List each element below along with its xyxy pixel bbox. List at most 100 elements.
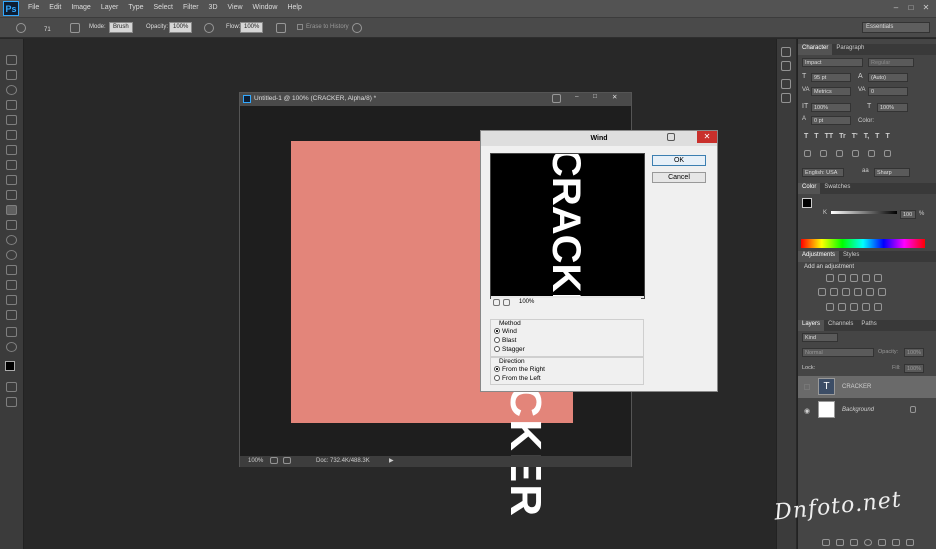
font-family-select[interactable]: Impact (802, 58, 863, 67)
radio-from-left[interactable] (494, 375, 500, 382)
color-spectrum-ramp[interactable] (801, 239, 925, 248)
vertical-scale-field[interactable]: 100% (811, 103, 851, 112)
method-blast[interactable]: Blast (494, 337, 516, 344)
brush-panel-icon[interactable] (70, 23, 80, 33)
zoom-out-icon[interactable] (493, 299, 500, 306)
faux-italic-button[interactable]: T (814, 133, 818, 140)
marquee-tool-icon[interactable] (6, 70, 17, 80)
blend-mode-select[interactable]: Normal (802, 348, 874, 357)
direction-left[interactable]: From the Left (494, 375, 541, 382)
history-brush-tool-icon[interactable] (6, 190, 17, 200)
layer-opacity-field[interactable]: 100% (904, 348, 924, 357)
type-tool-icon[interactable] (6, 280, 17, 290)
filter-preview[interactable]: CRACKER (490, 153, 645, 299)
workspace-select[interactable]: Essentials (862, 22, 930, 33)
history-panel-icon[interactable] (781, 47, 791, 57)
fi-ligature-icon[interactable] (804, 150, 811, 157)
small-caps-button[interactable]: Tr (839, 133, 846, 140)
pressure-size-icon[interactable] (352, 23, 362, 33)
alternates-icon[interactable] (852, 150, 859, 157)
tab-paths[interactable]: Paths (857, 320, 880, 331)
eye-icon[interactable]: ◉ (804, 407, 810, 415)
airbrush-icon[interactable] (276, 23, 286, 33)
pressure-opacity-icon[interactable] (204, 23, 214, 33)
eraser-tool-icon-active[interactable] (6, 205, 17, 215)
menu-select[interactable]: Select (154, 4, 173, 11)
tab-styles[interactable]: Styles (839, 251, 863, 262)
zoom-tool-icon[interactable] (6, 342, 17, 352)
photo-filter-icon[interactable] (854, 288, 862, 296)
healing-tool-icon[interactable] (6, 145, 17, 155)
gradient-tool-icon[interactable] (6, 220, 17, 230)
quick-select-tool-icon[interactable] (6, 100, 17, 110)
method-stagger[interactable]: Stagger (494, 346, 525, 353)
pen-tool-icon[interactable] (6, 265, 17, 275)
language-select[interactable]: English: USA (802, 168, 844, 177)
opacity-field[interactable]: 100% (169, 22, 193, 33)
horizontal-scale-field[interactable]: 100% (877, 103, 908, 112)
blur-tool-icon[interactable] (6, 235, 17, 245)
levels-icon[interactable] (838, 274, 846, 282)
fx-icon[interactable] (836, 539, 844, 546)
underline-button[interactable]: T (875, 133, 879, 140)
tab-character[interactable]: Character (798, 44, 833, 55)
antialias-select[interactable]: Sharp (874, 168, 910, 177)
add-mask-icon[interactable] (850, 539, 858, 546)
posterize-icon[interactable] (838, 303, 846, 311)
radio-from-right[interactable] (494, 366, 500, 373)
character-panel-icon[interactable] (781, 79, 791, 89)
direction-right[interactable]: From the Right (494, 366, 545, 373)
brush-tool-icon[interactable] (6, 160, 17, 170)
new-group-icon[interactable] (878, 539, 886, 546)
dodge-tool-icon[interactable] (6, 250, 17, 260)
layer-filter-select[interactable]: Kind (802, 333, 838, 342)
tab-swatches[interactable]: Swatches (820, 183, 854, 194)
tracking-field[interactable]: 0 (868, 87, 908, 96)
actions-panel-icon[interactable] (781, 61, 791, 71)
menu-file[interactable]: File (28, 4, 39, 11)
tab-paragraph[interactable]: Paragraph (832, 44, 868, 55)
tab-layers[interactable]: Layers (798, 320, 825, 331)
foreground-color-swatch[interactable] (5, 361, 15, 371)
strikethrough-button[interactable]: T (885, 133, 889, 140)
tab-channels[interactable]: Channels (824, 320, 857, 331)
path-select-tool-icon[interactable] (6, 295, 17, 305)
superscript-button[interactable]: T' (852, 133, 858, 140)
kerning-field[interactable]: Metrics (811, 87, 851, 96)
selective-color-icon[interactable] (862, 303, 870, 311)
menu-type[interactable]: Type (128, 4, 143, 11)
lasso-tool-icon[interactable] (6, 85, 17, 95)
flow-field[interactable]: 100% (240, 22, 264, 33)
hue-saturation-icon[interactable] (818, 288, 826, 296)
erase-to-history-checkbox[interactable] (297, 24, 303, 30)
tab-adjustments[interactable]: Adjustments (798, 251, 840, 262)
eyedropper-tool-icon[interactable] (6, 130, 17, 140)
hand-tool-icon[interactable] (6, 327, 17, 337)
fill-field[interactable]: 100% (904, 364, 924, 373)
new-adjustment-icon[interactable] (864, 539, 872, 546)
menu-edit[interactable]: Edit (49, 4, 61, 11)
move-tool-icon[interactable] (6, 55, 17, 65)
curves-icon[interactable] (850, 274, 858, 282)
menu-help[interactable]: Help (287, 4, 301, 11)
ordinals-icon[interactable] (868, 150, 875, 157)
screen-mode-icon[interactable] (6, 397, 17, 407)
doc-maximize-icon[interactable]: □ (593, 93, 597, 100)
threshold-icon[interactable] (850, 303, 858, 311)
doc-minimize-icon[interactable]: – (575, 93, 579, 100)
mode-select[interactable]: Brush (109, 22, 133, 33)
doc-close-icon[interactable]: ✕ (612, 93, 617, 101)
visibility-toggle[interactable] (804, 384, 810, 390)
brightness-icon[interactable] (826, 274, 834, 282)
delete-layer-icon[interactable] (906, 539, 914, 546)
cancel-button[interactable]: Cancel (652, 172, 706, 183)
brush-size[interactable]: 71 (44, 27, 51, 33)
arrange-icon[interactable] (552, 94, 561, 103)
menu-layer[interactable]: Layer (101, 4, 119, 11)
radio-wind[interactable] (494, 328, 500, 335)
close-icon[interactable]: ✕ (920, 3, 932, 13)
black-white-icon[interactable] (842, 288, 850, 296)
status-icon[interactable] (270, 457, 278, 464)
eraser-tool-icon[interactable] (16, 23, 26, 33)
color-foreground-swatch[interactable] (802, 198, 812, 208)
